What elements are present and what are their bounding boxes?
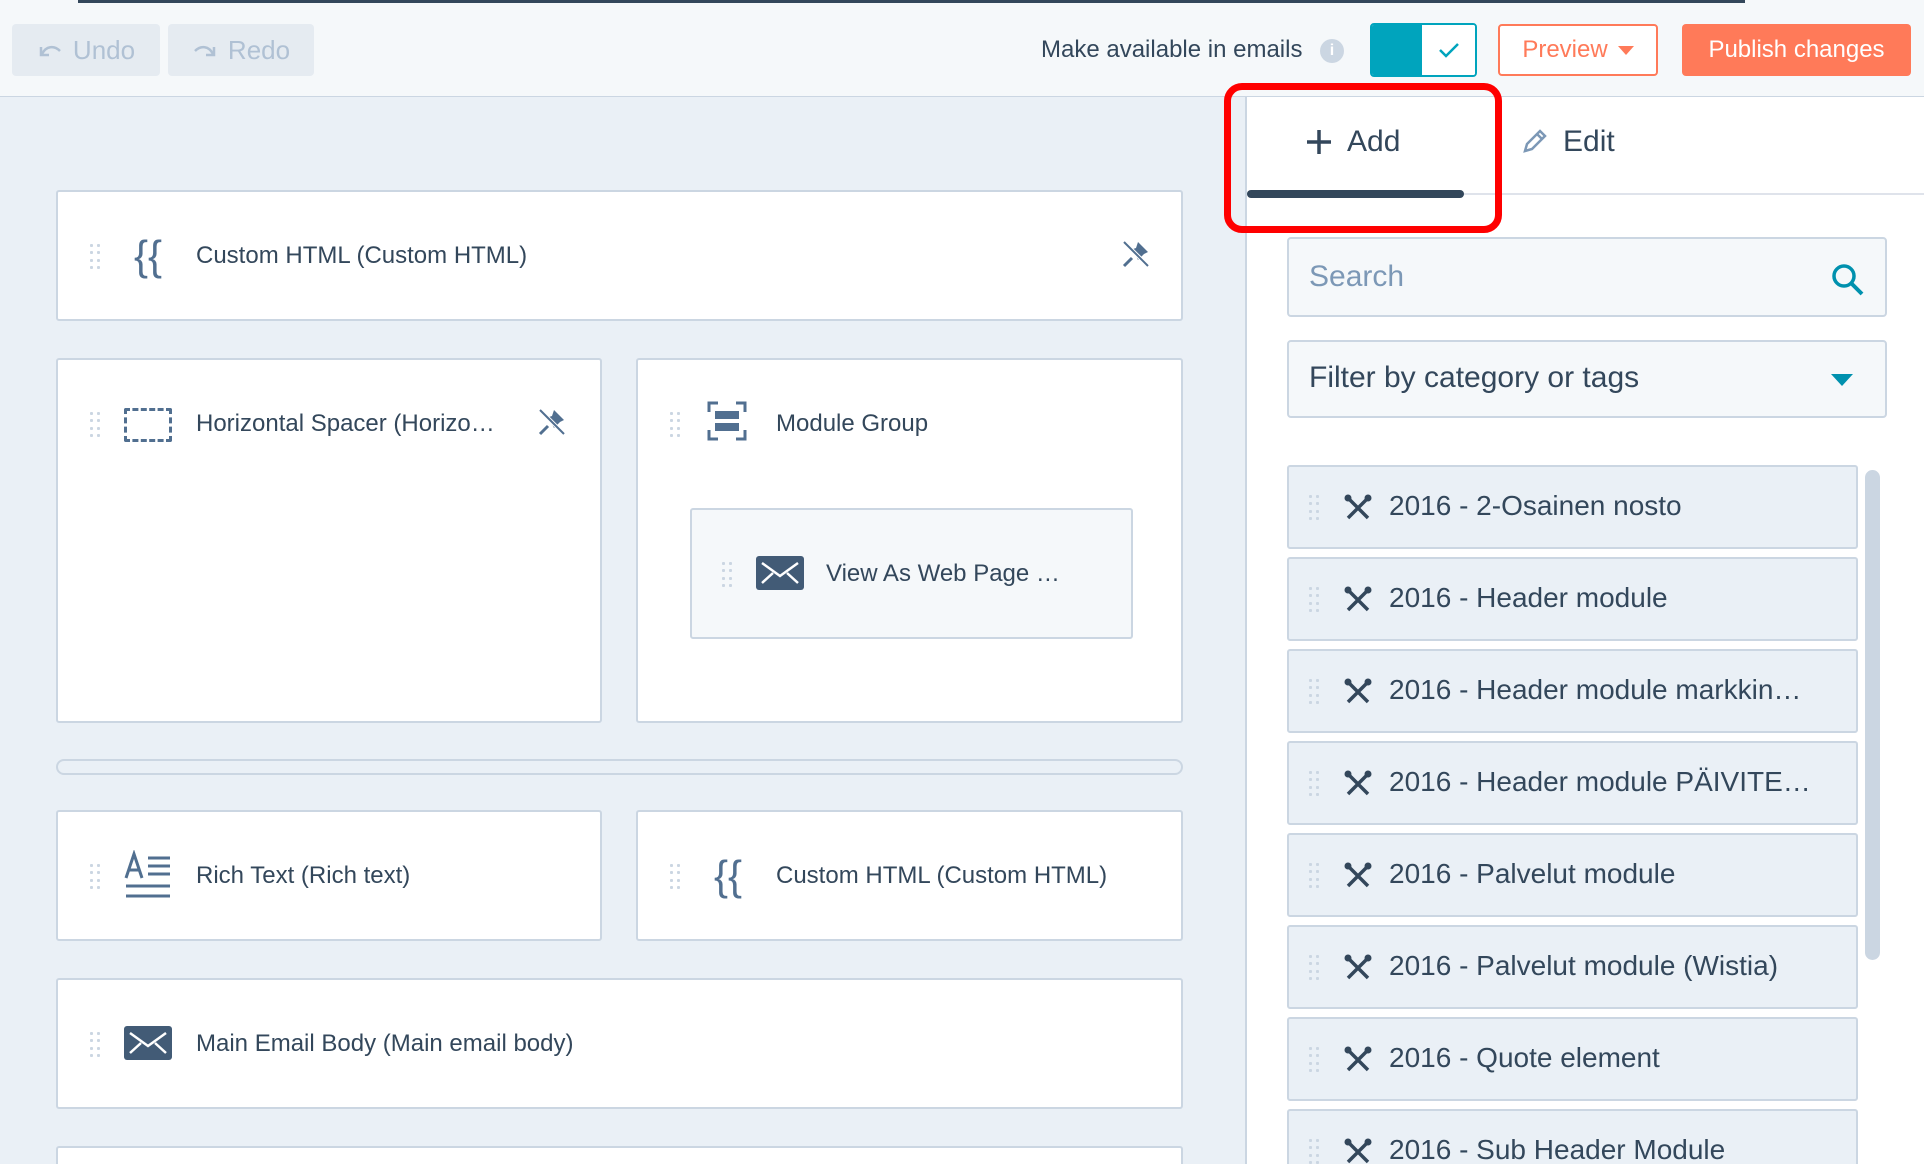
module-partial-bottom[interactable] (56, 1146, 1183, 1164)
list-item-label: 2016 - Palvelut module (Wistia) (1389, 950, 1779, 981)
module-label: Custom HTML (Custom HTML) (196, 242, 528, 269)
tools-icon (1344, 678, 1372, 704)
tools-icon (1344, 1046, 1372, 1072)
drag-handle-icon[interactable] (670, 864, 680, 890)
list-item[interactable]: 2016 - Header module PÄIVITE… (1287, 741, 1858, 825)
drag-handle-icon[interactable] (722, 562, 732, 588)
publish-changes-button[interactable]: Publish changes (1682, 24, 1911, 76)
list-item-label: 2016 - Quote element (1389, 1042, 1660, 1073)
top-border-line (78, 0, 1745, 3)
drag-handle-icon[interactable] (90, 244, 100, 270)
undo-button[interactable]: Undo (12, 24, 160, 76)
search-box[interactable] (1287, 237, 1887, 317)
drag-handle-icon[interactable] (1309, 863, 1319, 889)
spacer-icon (124, 408, 172, 442)
list-item-label: 2016 - Palvelut module (1389, 858, 1676, 889)
module-label: Rich Text (Rich text) (196, 862, 411, 889)
sidebar-panel: Add Edit Filter by category or tags 2016… (1245, 97, 1924, 1164)
module-label: Horizontal Spacer (Horizo… (196, 410, 495, 437)
curly-braces-icon: {{ (133, 232, 163, 279)
publish-label: Publish changes (1708, 36, 1885, 63)
toggle-knob (1422, 25, 1475, 75)
module-main-email-body[interactable]: Main Email Body (Main email body) (56, 978, 1183, 1109)
rich-text-icon (124, 850, 170, 898)
dropdown-caret-icon (1831, 374, 1853, 386)
module-rich-text[interactable]: Rich Text (Rich text) (56, 810, 602, 941)
redo-button[interactable]: Redo (168, 24, 314, 76)
list-item[interactable]: 2016 - Header module markkin… (1287, 649, 1858, 733)
preview-label: Preview (1522, 36, 1608, 63)
module-view-as-web-page[interactable]: View As Web Page … (690, 508, 1133, 639)
module-horizontal-spacer[interactable]: Horizontal Spacer (Horizo… (56, 358, 602, 723)
envelope-icon (124, 1026, 172, 1060)
drag-handle-icon[interactable] (1309, 955, 1319, 981)
undo-label: Undo (72, 34, 136, 65)
info-icon[interactable]: i (1320, 39, 1344, 63)
list-item[interactable]: 2016 - 2-Osainen nosto (1287, 465, 1858, 549)
pin-off-icon[interactable] (536, 406, 568, 438)
drag-handle-icon[interactable] (90, 1032, 100, 1058)
tab-edit[interactable]: Edit (1519, 125, 1615, 159)
redo-label: Redo (227, 34, 291, 65)
drag-handle-icon[interactable] (1309, 1139, 1319, 1164)
drag-handle-icon[interactable] (90, 412, 100, 438)
emails-toggle[interactable] (1370, 23, 1477, 77)
top-toolbar: Undo Redo Make available in emails i Pre… (0, 0, 1924, 97)
module-custom-html-right[interactable]: {{ Custom HTML (Custom HTML) (636, 810, 1183, 941)
module-label: View As Web Page … (826, 560, 1060, 587)
module-group-icon (707, 401, 747, 441)
filter-label: Filter by category or tags (1309, 361, 1640, 394)
module-label: Main Email Body (Main email body) (196, 1030, 574, 1057)
tools-icon (1344, 770, 1372, 796)
caret-down-icon (1617, 45, 1634, 55)
make-available-label: Make available in emails (1041, 36, 1303, 63)
drag-handle-icon[interactable] (1309, 495, 1319, 521)
list-item-label: 2016 - Header module markkin… (1389, 674, 1802, 705)
list-item[interactable]: 2016 - Quote element (1287, 1017, 1858, 1101)
module-label: Custom HTML (Custom HTML) (776, 862, 1108, 889)
tools-icon (1344, 1138, 1372, 1164)
module-group[interactable]: Module Group View As Web Page … (636, 358, 1183, 723)
list-item[interactable]: 2016 - Palvelut module (Wistia) (1287, 925, 1858, 1009)
highlight-annotation (1224, 83, 1502, 233)
list-item-label: 2016 - 2-Osainen nosto (1389, 490, 1682, 521)
drag-handle-icon[interactable] (1309, 679, 1319, 705)
redo-icon (194, 45, 216, 57)
drag-handle-icon[interactable] (1309, 1047, 1319, 1073)
undo-icon (39, 45, 61, 57)
tools-icon (1344, 954, 1372, 980)
tab-edit-label: Edit (1563, 125, 1615, 158)
drag-handle-icon[interactable] (90, 864, 100, 890)
tools-icon (1344, 586, 1372, 612)
section-divider[interactable] (56, 759, 1183, 775)
category-filter-dropdown[interactable]: Filter by category or tags (1287, 340, 1887, 418)
drag-handle-icon[interactable] (1309, 771, 1319, 797)
curly-braces-icon: {{ (713, 852, 743, 899)
drag-handle-icon[interactable] (670, 412, 680, 438)
list-item-label: 2016 - Header module PÄIVITE… (1389, 766, 1811, 797)
check-icon (1438, 43, 1459, 58)
search-input[interactable] (1309, 255, 1809, 299)
list-item-label: 2016 - Sub Header Module (1389, 1134, 1726, 1164)
drag-handle-icon[interactable] (1309, 587, 1319, 613)
pencil-icon (1523, 129, 1547, 153)
pin-off-icon[interactable] (1120, 238, 1152, 270)
list-item-label: 2016 - Header module (1389, 582, 1668, 613)
tools-icon (1344, 862, 1372, 888)
preview-button[interactable]: Preview (1498, 24, 1658, 76)
list-item[interactable]: 2016 - Header module (1287, 557, 1858, 641)
module-label: Module Group (776, 410, 929, 437)
module-custom-html-top[interactable]: {{ Custom HTML (Custom HTML) (56, 190, 1183, 321)
toggle-track (1372, 25, 1424, 75)
list-item[interactable]: 2016 - Sub Header Module (1287, 1109, 1858, 1164)
list-item[interactable]: 2016 - Palvelut module (1287, 833, 1858, 917)
tools-icon (1344, 494, 1372, 520)
envelope-icon (756, 556, 804, 590)
sidebar-scrollbar[interactable] (1865, 470, 1880, 960)
search-icon[interactable] (1831, 263, 1865, 297)
